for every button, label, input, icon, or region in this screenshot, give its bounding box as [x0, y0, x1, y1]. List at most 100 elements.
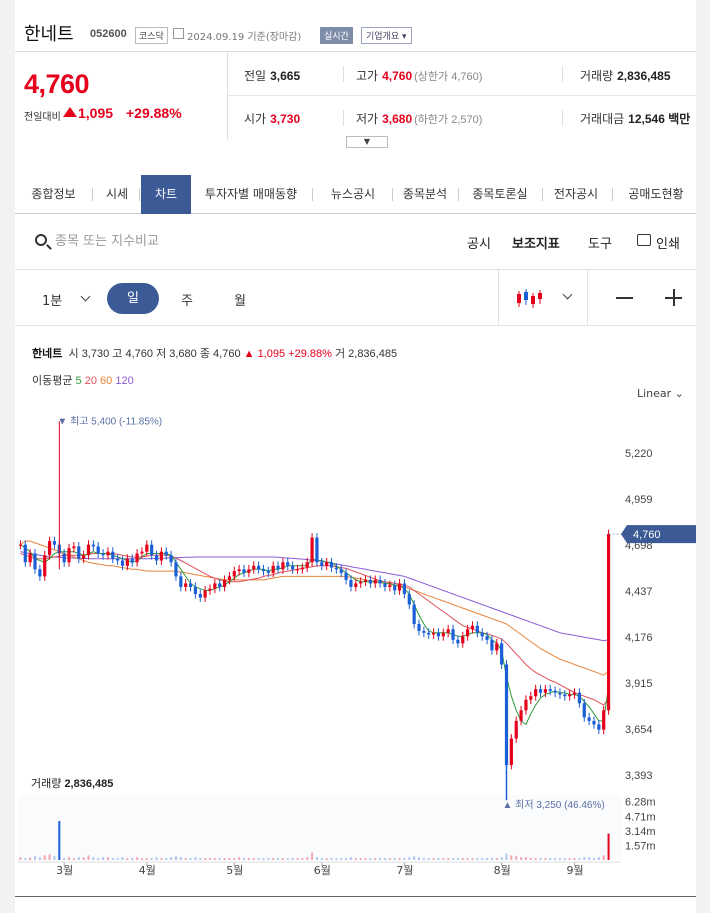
volume-tick-label: 3.14m: [625, 826, 656, 838]
volume-bar: [422, 858, 425, 860]
candle-body: [315, 537, 319, 563]
volume-bar: [558, 858, 561, 860]
company-info-label: 기업개요: [366, 32, 400, 42]
legend-close-label: 종: [199, 348, 210, 360]
period-minute[interactable]: 1분: [42, 290, 62, 309]
price-change-pct: +29.88%: [126, 105, 182, 121]
candle-body: [383, 583, 387, 587]
realtime-badge[interactable]: 실시간: [320, 27, 353, 44]
volume-bar: [38, 857, 41, 860]
volume-tick-label: 1.57m: [625, 840, 656, 852]
volume-bar: [140, 858, 143, 860]
candle-body: [116, 558, 120, 561]
tab-chart[interactable]: 차트: [141, 175, 191, 214]
volume-bar: [330, 858, 333, 860]
current-price-label: 4,760: [633, 529, 661, 541]
ma120-label: 120: [115, 375, 134, 387]
candle-body: [174, 562, 178, 577]
period-week[interactable]: 주: [181, 290, 193, 309]
tab-overview[interactable]: 종합정보: [21, 175, 86, 214]
tab-news[interactable]: 뉴스공시: [318, 175, 388, 214]
volume-bar: [447, 858, 450, 860]
volume-bar: [315, 857, 318, 860]
candle-body: [480, 632, 484, 637]
candle-body: [412, 604, 416, 624]
volume-bar: [199, 858, 202, 860]
indicator-button[interactable]: 보조지표: [512, 233, 560, 252]
volume-bar: [121, 857, 124, 860]
notice-button[interactable]: 공시: [467, 233, 491, 252]
candle-body: [120, 560, 125, 566]
candle-body: [431, 632, 436, 635]
volume-bar: [194, 857, 197, 860]
legend-stock-name: 한네트: [32, 348, 63, 360]
tab-divider: [612, 188, 613, 201]
volume-bar: [267, 858, 270, 860]
print-icon[interactable]: [637, 234, 651, 246]
company-info-button[interactable]: 기업개요 ▾: [361, 27, 412, 44]
candle-body: [461, 636, 465, 644]
volume-bar: [277, 858, 280, 860]
candle-body: [466, 629, 470, 637]
volume-bar: [247, 858, 250, 860]
tab-disclosure[interactable]: 전자공시: [547, 175, 605, 214]
candle-body: [150, 544, 154, 556]
tab-analysis[interactable]: 종목분석: [395, 175, 455, 214]
price-chart[interactable]: 5,2204,9594,6984,4374,1763,9153,6543,393…: [15, 400, 696, 890]
candle-body: [514, 720, 518, 739]
candle-body: [52, 541, 57, 545]
ma-label: 이동평균: [32, 375, 73, 387]
period-day[interactable]: 일: [107, 283, 159, 314]
candle-body: [529, 696, 533, 700]
tab-quotes[interactable]: 시세: [97, 175, 137, 214]
candle-body: [563, 694, 567, 697]
legend-change: ▲ 1,095 +29.88%: [243, 348, 332, 360]
chevron-down-icon[interactable]: [80, 291, 91, 302]
volume-bar: [170, 857, 173, 860]
candle-body: [388, 585, 392, 587]
compare-search-input[interactable]: [55, 231, 355, 251]
ma60-line: [20, 540, 609, 676]
volume-bar: [510, 855, 513, 860]
divider: [562, 110, 563, 126]
volume-bar: [58, 821, 61, 860]
candle-body: [363, 579, 368, 582]
candle-body: [164, 551, 168, 556]
volume-bar: [281, 858, 284, 860]
scale-mode-dropdown[interactable]: Linear ⌄: [637, 387, 684, 400]
legend-volume: 2,836,485: [348, 348, 398, 360]
candle-body: [291, 565, 295, 570]
ohlc-legend: 한네트 시 3,730 고 4,760 저 3,680 종 4,760 ▲ 1,…: [32, 345, 397, 361]
volume-bar: [160, 858, 163, 860]
tab-short-selling[interactable]: 공매도현황: [619, 175, 693, 214]
candle-body: [252, 565, 256, 570]
tool-button[interactable]: 도구: [588, 233, 612, 252]
volume-bar: [529, 858, 532, 860]
period-month[interactable]: 월: [234, 290, 246, 309]
candle-body: [397, 583, 402, 591]
candle-body: [470, 625, 475, 630]
zoom-out-icon[interactable]: [616, 297, 633, 299]
stock-code: 052600: [90, 28, 127, 40]
volume-bar: [257, 858, 260, 860]
tab-discussion[interactable]: 종목토론실: [462, 175, 538, 214]
candle-body: [266, 571, 270, 573]
candle-chart-type-icon[interactable]: [515, 287, 543, 309]
month-label: 4월: [139, 864, 156, 877]
volume-bar: [92, 857, 95, 860]
tab-investor-trend[interactable]: 투자자별 매매동향: [199, 175, 303, 214]
legend-low-label: 저: [156, 348, 167, 360]
candle-body: [577, 692, 582, 704]
candle-body: [222, 579, 227, 587]
volume-bar: [349, 857, 352, 860]
candle-body: [96, 546, 100, 554]
candle-body: [218, 583, 222, 587]
chevron-down-icon[interactable]: [562, 289, 573, 300]
print-button[interactable]: 인쇄: [656, 233, 680, 252]
month-label: 3월: [56, 864, 73, 877]
expand-toggle-button[interactable]: ▼: [346, 136, 388, 148]
divider: [343, 110, 344, 126]
candle-body: [427, 632, 431, 635]
volume-bar: [174, 856, 177, 860]
volume-bar: [43, 855, 46, 860]
